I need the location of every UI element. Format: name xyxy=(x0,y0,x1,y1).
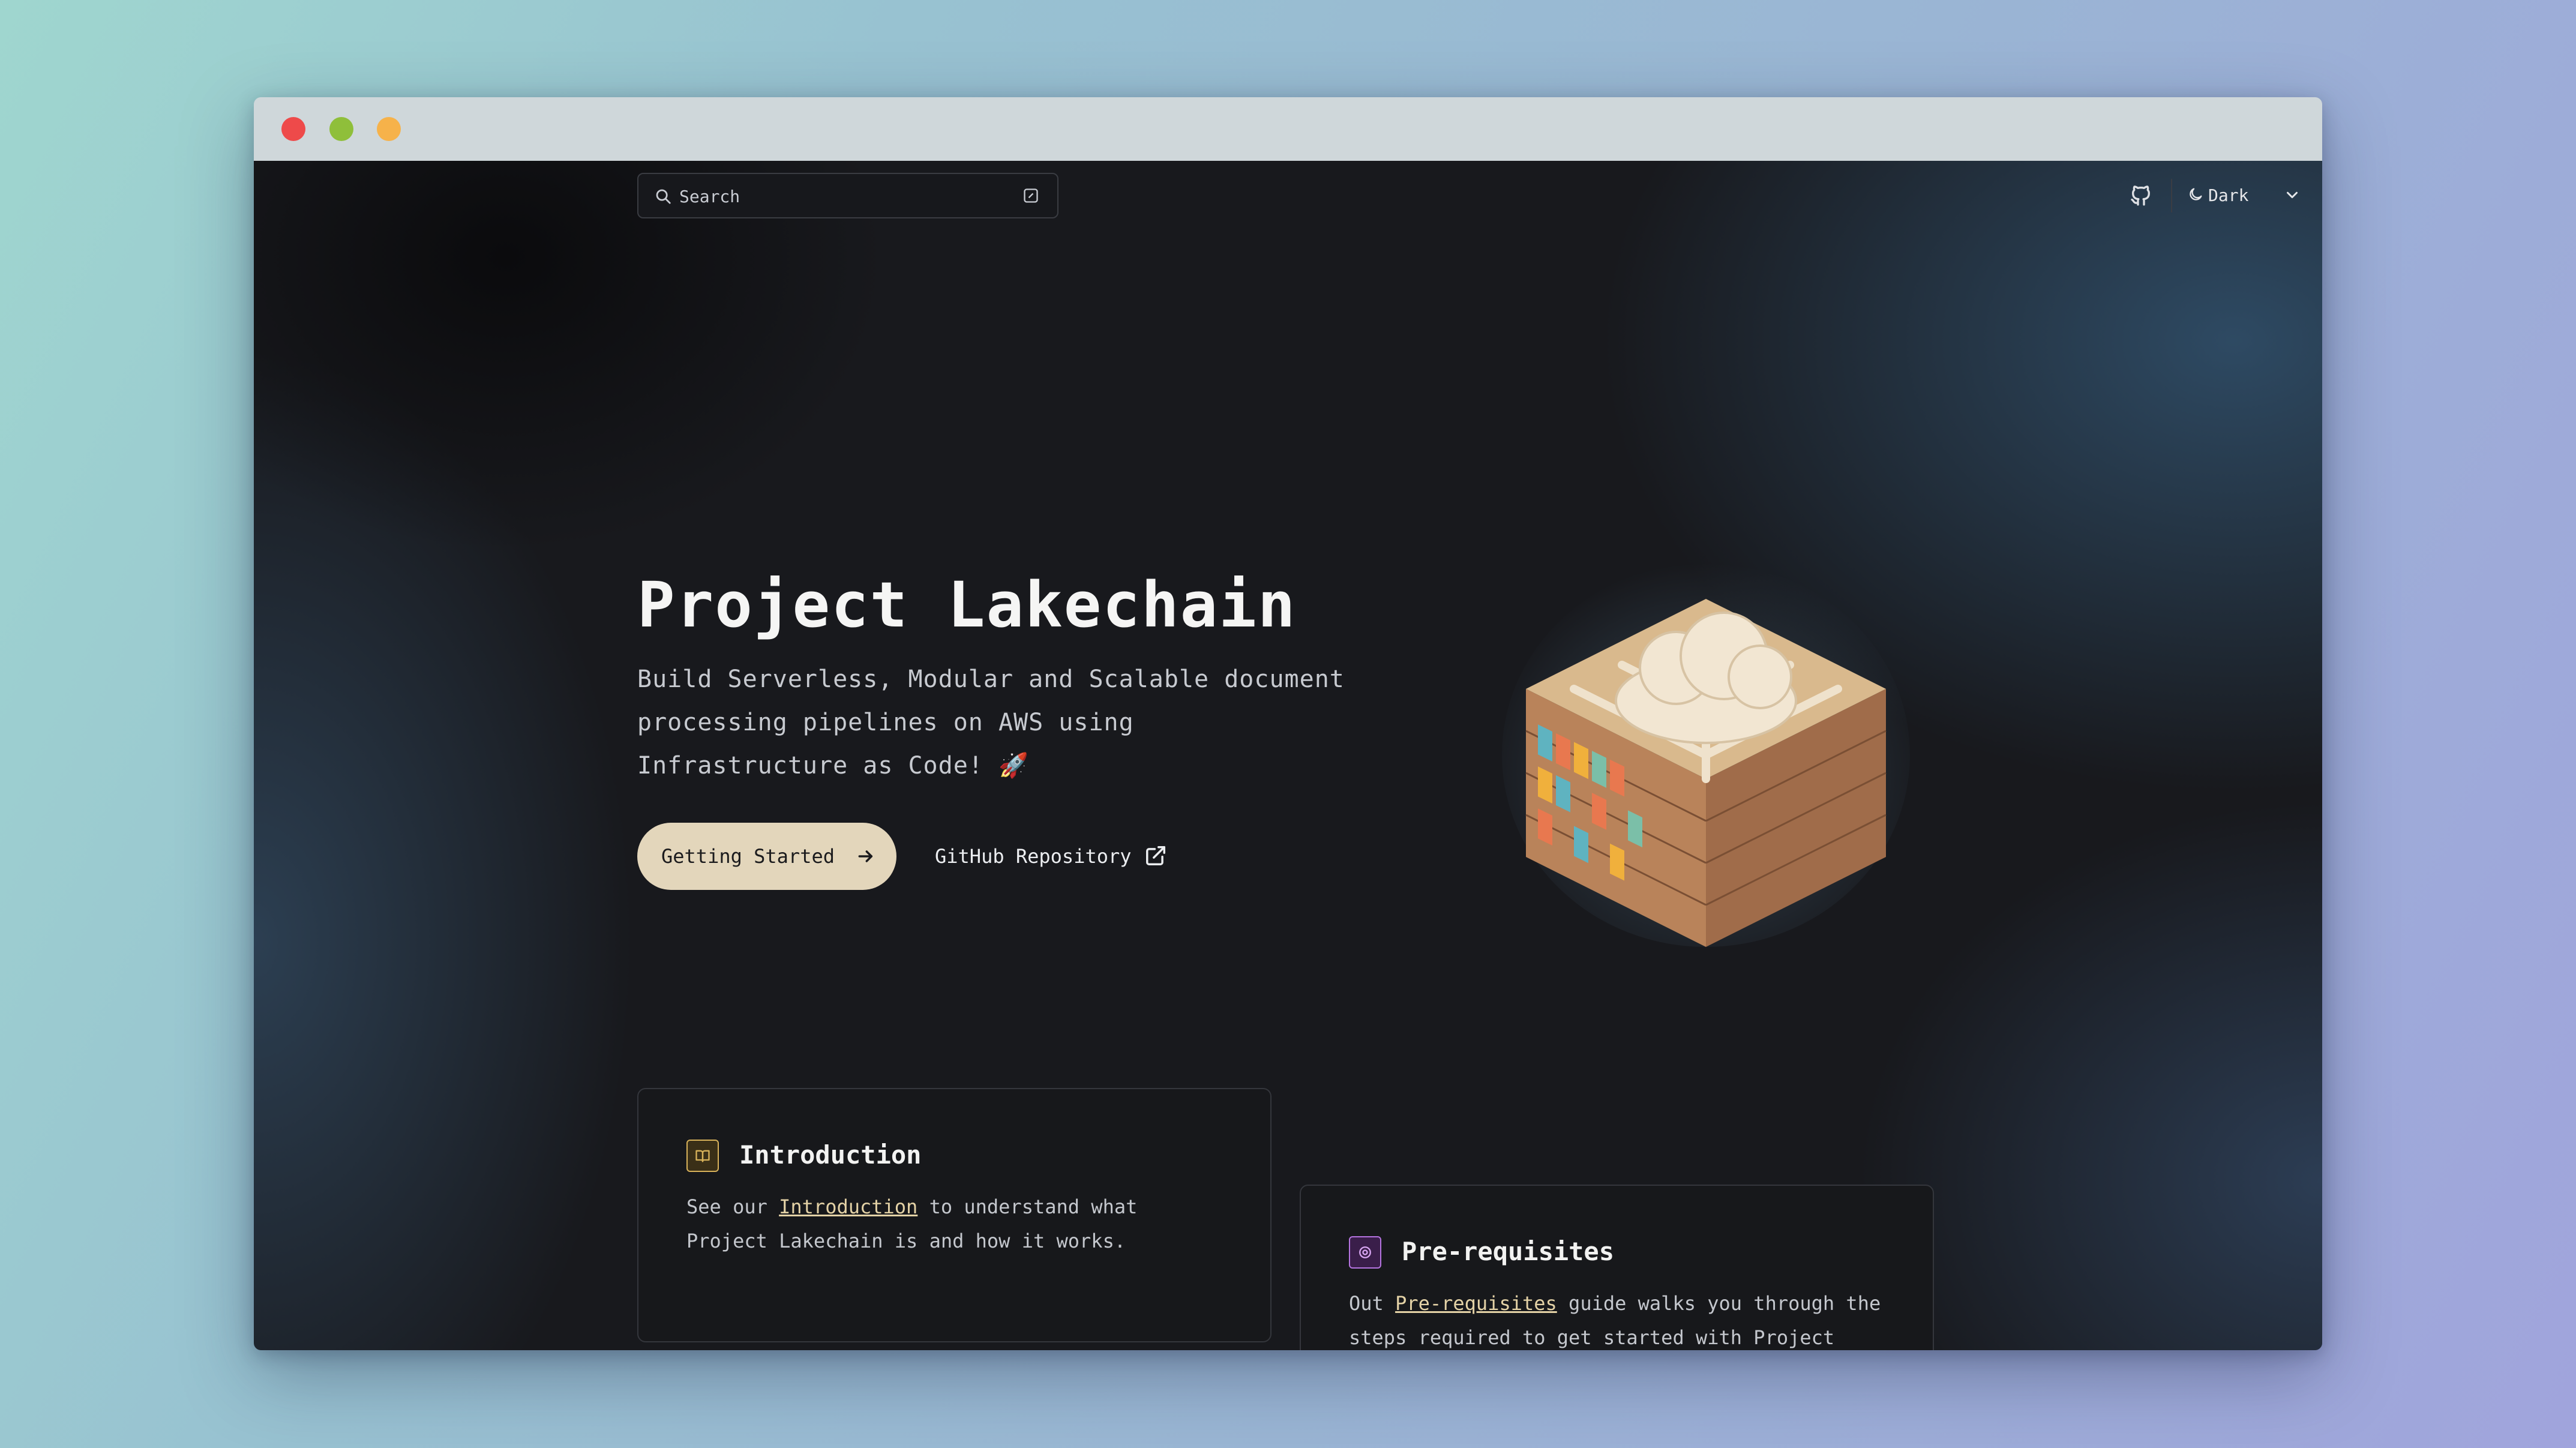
pre-requisites-card: Pre-requisites Out Pre-requisites guide … xyxy=(1300,1185,1934,1350)
search-placeholder: Search xyxy=(679,187,740,206)
gear-icon xyxy=(1349,1236,1381,1269)
card-title: Introduction xyxy=(739,1140,922,1170)
arrow-right-icon xyxy=(858,850,873,862)
close-window-button[interactable] xyxy=(281,117,305,141)
card-body-text: See our xyxy=(686,1195,779,1218)
page-title: Project Lakechain xyxy=(637,568,1297,641)
introduction-card: Introduction See our Introduction to und… xyxy=(637,1088,1271,1342)
window-titlebar xyxy=(254,97,2322,161)
header-divider xyxy=(2171,179,2172,212)
search-input[interactable]: Search xyxy=(637,173,1058,218)
moon-icon xyxy=(2190,188,2202,200)
card-body-text: Out xyxy=(1349,1292,1396,1315)
card-body: Out Pre-requisites guide walks you throu… xyxy=(1349,1287,1889,1350)
introduction-link[interactable]: Introduction xyxy=(779,1195,917,1218)
maximize-window-button[interactable] xyxy=(377,117,401,141)
card-body: See our Introduction to understand what … xyxy=(686,1190,1226,1258)
theme-label: Dark xyxy=(2208,185,2249,205)
minimize-window-button[interactable] xyxy=(329,117,353,141)
getting-started-button[interactable]: Getting Started xyxy=(637,823,896,890)
getting-started-label: Getting Started xyxy=(661,845,835,868)
search-icon xyxy=(656,189,671,204)
card-title: Pre-requisites xyxy=(1402,1237,1615,1266)
pre-requisites-link[interactable]: Pre-requisites xyxy=(1395,1292,1557,1315)
book-icon xyxy=(686,1140,719,1172)
chevron-down-icon xyxy=(2287,191,2298,199)
page-content: Search Dark Project Lakechain Build Serv… xyxy=(254,161,2322,1350)
hero-illustration xyxy=(1502,563,1910,947)
external-link-icon xyxy=(1146,846,1165,865)
github-icon[interactable] xyxy=(2129,184,2153,208)
github-repository-label: GitHub Repository xyxy=(935,845,1132,868)
keyboard-shortcut-icon xyxy=(1024,188,1038,203)
hero-subtitle: Build Serverless, Modular and Scalable d… xyxy=(637,665,1345,780)
github-repository-link[interactable]: GitHub Repository xyxy=(935,823,1187,890)
browser-window: Search Dark Project Lakechain Build Serv… xyxy=(254,97,2322,1350)
